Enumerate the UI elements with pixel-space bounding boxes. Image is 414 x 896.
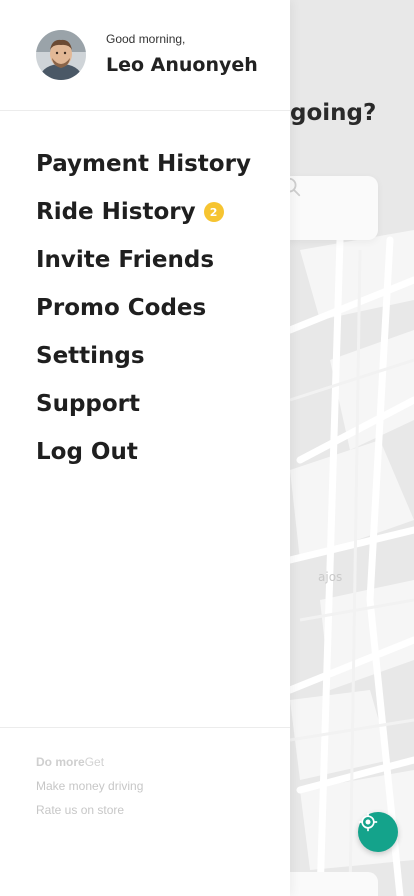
user-avatar-icon [36, 30, 86, 80]
menu-item-payment-history[interactable]: Payment History [36, 140, 251, 188]
menu-item-log-out[interactable]: Log Out [36, 428, 251, 476]
get-label: Get [84, 755, 105, 769]
avatar[interactable] [36, 30, 86, 80]
menu-item-invite-friends[interactable]: Invite Friends [36, 236, 251, 284]
profile-header[interactable]: Good morning, Leo Anuonyeh [0, 0, 290, 111]
do-more-label: Do more [36, 755, 85, 769]
make-money-driving-link[interactable]: Make money driving [36, 779, 143, 793]
my-location-button[interactable] [358, 812, 398, 852]
ride-history-count-badge: 2 [203, 202, 224, 222]
menu-item-label: Payment History [36, 151, 251, 177]
menu-item-support[interactable]: Support [36, 380, 251, 428]
menu-item-ride-history[interactable]: Ride History 2 [36, 188, 251, 236]
bottom-sheet-card[interactable] [280, 872, 378, 896]
do-more-heading: Do moreGet [36, 755, 104, 769]
navigation-drawer: Good morning, Leo Anuonyeh Payment Histo… [0, 0, 290, 896]
menu-item-settings[interactable]: Settings [36, 332, 251, 380]
drawer-footer: Do moreGet Make money driving Rate us on… [0, 727, 290, 817]
menu-item-label: Settings [36, 343, 145, 369]
user-name: Leo Anuonyeh [106, 54, 258, 76]
crosshair-icon [358, 812, 378, 832]
menu-item-label: Ride History [36, 199, 196, 225]
menu-item-label: Invite Friends [36, 247, 215, 273]
greeting-text: Good morning, [106, 32, 186, 46]
drawer-menu: Payment History Ride History 2 Invite Fr… [36, 140, 251, 476]
destination-search-box[interactable] [280, 176, 378, 240]
menu-item-promo-codes[interactable]: Promo Codes [36, 284, 251, 332]
menu-item-label: Support [36, 391, 141, 417]
rate-us-link[interactable]: Rate us on store [36, 803, 124, 817]
where-going-headline: going? [290, 100, 377, 126]
menu-item-label: Log Out [36, 439, 138, 465]
menu-item-label: Promo Codes [36, 295, 207, 321]
map-place-label: ajos [318, 570, 343, 584]
